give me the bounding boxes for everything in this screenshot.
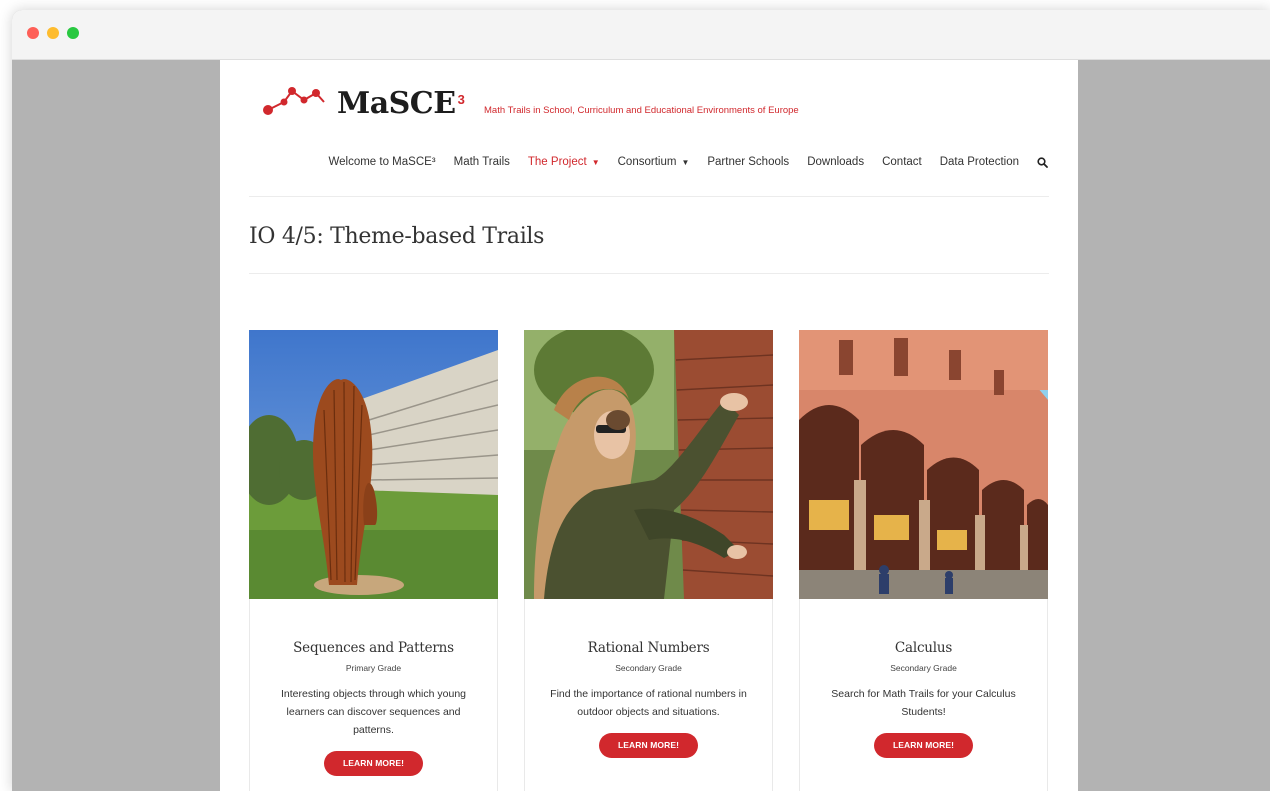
web-page: MaSCE 3 Math Trails in School, Curriculum…: [220, 60, 1078, 791]
search-icon[interactable]: [1037, 156, 1048, 168]
nav-item-downloads[interactable]: Downloads: [807, 156, 864, 168]
card-description: Interesting objects through which young …: [280, 688, 467, 736]
theme-cards: Sequences and Patterns Primary Grade Int…: [249, 330, 1049, 791]
close-window-button[interactable]: [27, 27, 39, 39]
browser-window: MaSCE 3 Math Trails in School, Curriculum…: [12, 10, 1270, 791]
nav-item-math-trails[interactable]: Math Trails: [454, 156, 510, 168]
minimize-window-button[interactable]: [47, 27, 59, 39]
learn-more-button[interactable]: LEARN MORE!: [598, 733, 699, 758]
nav-item-partner-schools[interactable]: Partner Schools: [707, 156, 789, 168]
nav-item-welcome[interactable]: Welcome to MaSCE³: [328, 156, 435, 168]
chevron-down-icon: ▼: [591, 157, 600, 167]
window-titlebar: [12, 10, 1270, 60]
title-divider: [249, 273, 1049, 274]
nav-item-contact[interactable]: Contact: [882, 156, 922, 168]
nav-item-data-protection[interactable]: Data Protection: [940, 156, 1019, 168]
card-grade: Secondary Grade: [890, 663, 957, 673]
card-calculus: Calculus Secondary Grade Search for Math…: [799, 330, 1048, 791]
card-grade: Secondary Grade: [615, 663, 682, 673]
card-title[interactable]: Rational Numbers: [525, 640, 772, 656]
nav-item-the-project[interactable]: The Project ▼: [528, 156, 600, 168]
page-title: IO 4/5: Theme-based Trails: [249, 224, 545, 249]
nav-item-consortium[interactable]: Consortium ▼: [618, 156, 690, 168]
card-rational-numbers: Rational Numbers Secondary Grade Find th…: [524, 330, 773, 791]
header-divider: [249, 196, 1049, 197]
card-sequences-and-patterns: Sequences and Patterns Primary Grade Int…: [249, 330, 498, 791]
site-tagline: Math Trails in School, Curriculum and Ed…: [484, 105, 799, 116]
brand-name[interactable]: MaSCE 3: [337, 84, 465, 124]
maximize-window-button[interactable]: [67, 27, 79, 39]
card-title[interactable]: Sequences and Patterns: [250, 640, 497, 656]
main-navigation: Welcome to MaSCE³ Math Trails The Projec…: [298, 156, 1048, 168]
card-image-arcade[interactable]: [799, 330, 1048, 599]
card-description: Find the importance of rational numbers …: [550, 688, 747, 718]
learn-more-button[interactable]: LEARN MORE!: [323, 751, 424, 776]
card-grade: Primary Grade: [345, 663, 402, 673]
learn-more-button[interactable]: LEARN MORE!: [873, 733, 974, 758]
logo-graph-icon[interactable]: [262, 84, 330, 120]
chevron-down-icon: ▼: [681, 157, 690, 167]
card-image-brick-wall[interactable]: [524, 330, 773, 599]
card-description: Search for Math Trails for your Calculus…: [831, 688, 1016, 718]
card-image-sculpture[interactable]: [249, 330, 498, 599]
card-title[interactable]: Calculus: [800, 640, 1047, 656]
